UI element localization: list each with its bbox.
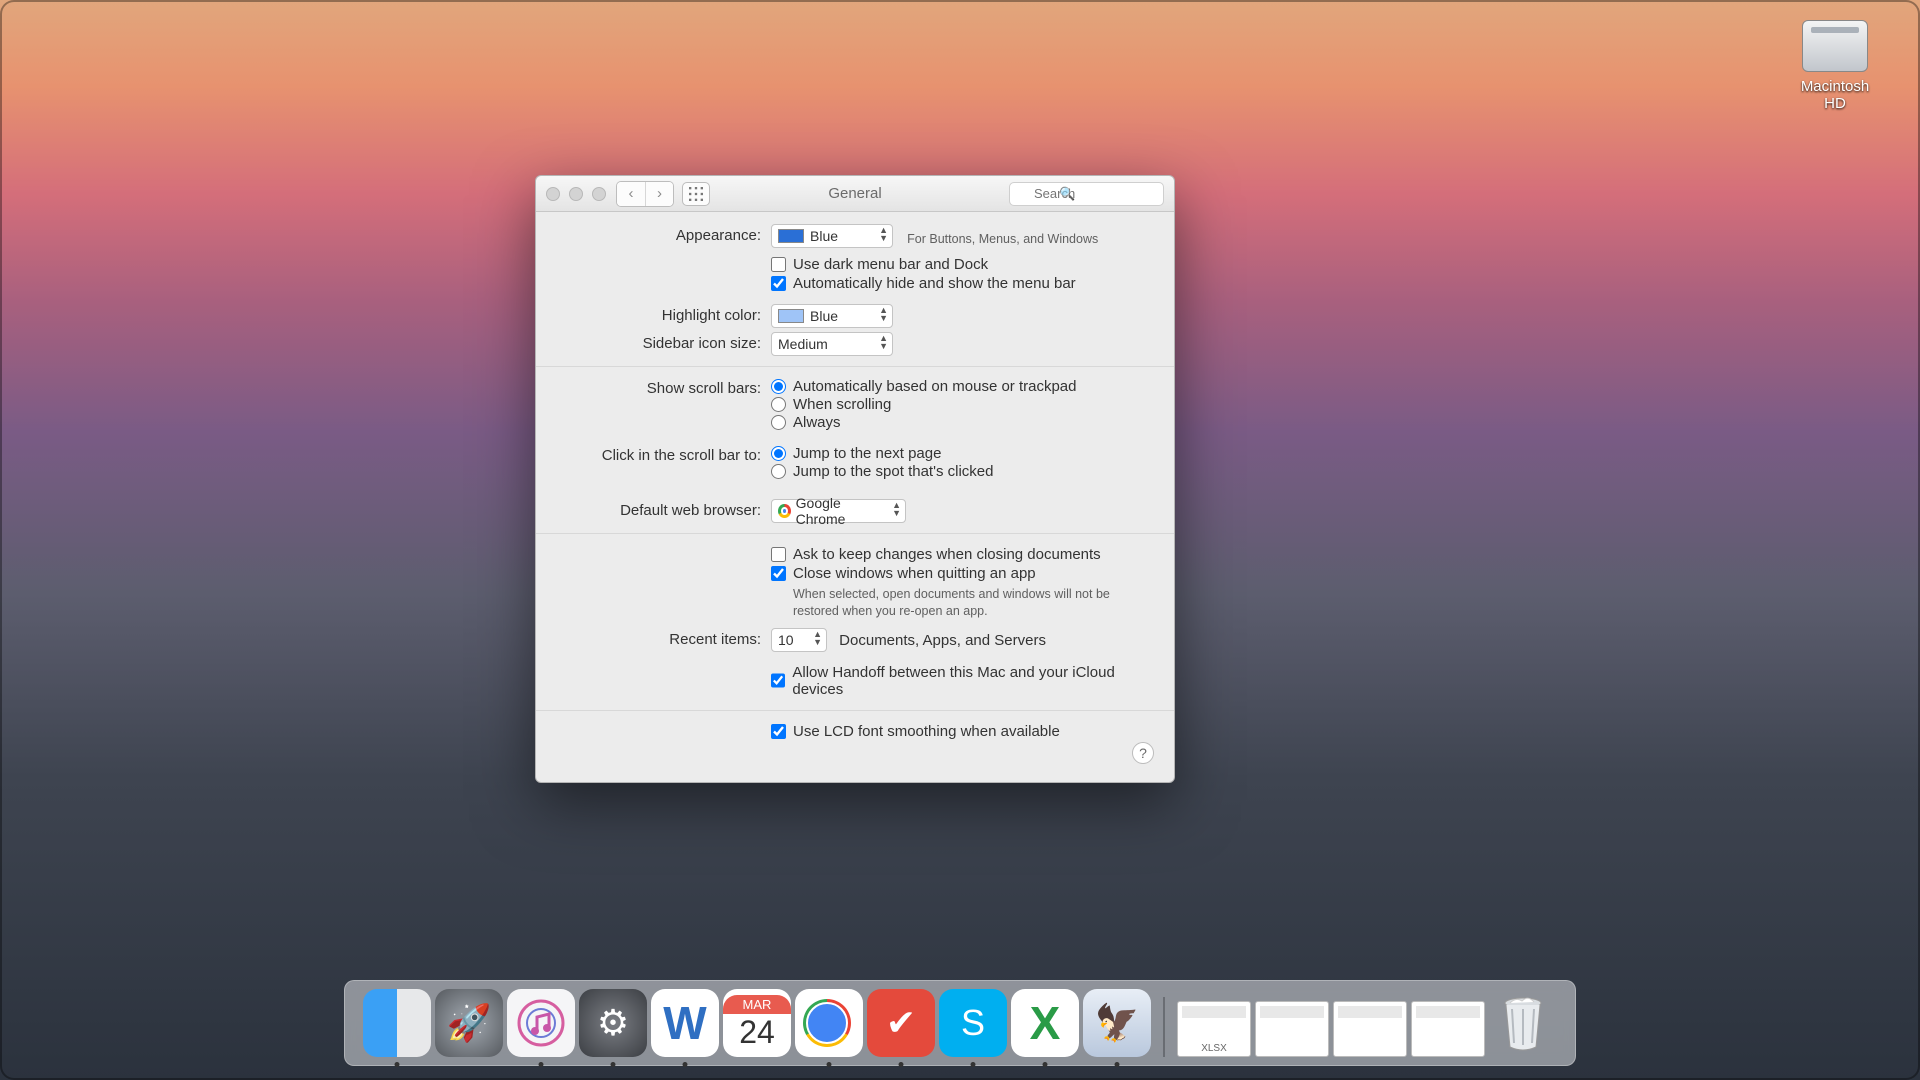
traffic-lights <box>546 187 606 201</box>
handoff-checkbox[interactable]: Allow Handoff between this Mac and your … <box>771 664 1154 698</box>
system-preferences-general-window: ‹ › General 🔍 Appearance: Blue ▲▼ <box>535 175 1175 783</box>
ask-keep-changes-checkbox[interactable]: Ask to keep changes when closing documen… <box>771 546 1154 563</box>
dock-app-skype[interactable]: S <box>939 989 1007 1057</box>
recent-items-label: Recent items: <box>556 628 771 651</box>
back-button[interactable]: ‹ <box>617 182 645 206</box>
dock-separator <box>1163 997 1165 1057</box>
dock-minimized-window-4[interactable] <box>1411 1001 1485 1057</box>
chrome-icon <box>778 504 791 518</box>
scrollbars-auto-radio[interactable]: Automatically based on mouse or trackpad <box>771 378 1154 395</box>
dock-minimized-window-1[interactable]: XLSX <box>1177 1001 1251 1057</box>
sidebar-icon-size-label: Sidebar icon size: <box>556 332 771 355</box>
recent-items-suffix: Documents, Apps, and Servers <box>839 632 1046 649</box>
dock-app-itunes[interactable] <box>507 989 575 1057</box>
dock-app-chrome[interactable] <box>795 989 863 1057</box>
dock-app-word[interactable]: W <box>651 989 719 1057</box>
drive-icon <box>1802 20 1868 72</box>
appearance-select[interactable]: Blue ▲▼ <box>771 224 893 248</box>
search-input[interactable] <box>1009 182 1164 206</box>
scrollbars-always-radio[interactable]: Always <box>771 414 1154 431</box>
nav-back-forward: ‹ › <box>616 181 674 207</box>
dock: 🚀 ⚙ W MAR24 ✔ S X 🦅 XLSX <box>344 980 1576 1066</box>
recent-items-select[interactable]: 10 ▲▼ <box>771 628 827 652</box>
dock-trash[interactable] <box>1489 989 1557 1057</box>
dark-menubar-checkbox[interactable]: Use dark menu bar and Dock <box>771 256 1154 273</box>
click-scroll-spot-radio[interactable]: Jump to the spot that's clicked <box>771 463 1154 480</box>
zoom-button[interactable] <box>592 187 606 201</box>
forward-button[interactable]: › <box>645 182 673 206</box>
dock-app-todoist[interactable]: ✔ <box>867 989 935 1057</box>
default-browser-select[interactable]: Google Chrome ▲▼ <box>771 499 906 523</box>
appearance-label: Appearance: <box>556 224 771 247</box>
autohide-menubar-checkbox[interactable]: Automatically hide and show the menu bar <box>771 275 1154 292</box>
close-button[interactable] <box>546 187 560 201</box>
default-browser-label: Default web browser: <box>556 499 771 522</box>
highlight-select[interactable]: Blue ▲▼ <box>771 304 893 328</box>
highlight-label: Highlight color: <box>556 304 771 327</box>
dock-app-mail[interactable]: 🦅 <box>1083 989 1151 1057</box>
desktop-drive-macintosh-hd[interactable]: Macintosh HD <box>1790 20 1880 112</box>
dock-app-calendar[interactable]: MAR24 <box>723 989 791 1057</box>
window-titlebar[interactable]: ‹ › General 🔍 <box>536 176 1174 212</box>
click-scroll-nextpage-radio[interactable]: Jump to the next page <box>771 445 1154 462</box>
lcd-font-smoothing-checkbox[interactable]: Use LCD font smoothing when available <box>771 723 1154 740</box>
dock-minimized-window-3[interactable] <box>1333 1001 1407 1057</box>
sidebar-icon-size-select[interactable]: Medium ▲▼ <box>771 332 893 356</box>
drive-label: Macintosh HD <box>1790 78 1880 112</box>
search-icon: 🔍 <box>1059 186 1075 202</box>
close-windows-checkbox[interactable]: Close windows when quitting an app <box>771 565 1154 582</box>
help-button[interactable]: ? <box>1132 742 1154 764</box>
desktop: Macintosh HD ‹ › General 🔍 App <box>0 0 1920 1080</box>
close-windows-hint: When selected, open documents and window… <box>793 586 1123 620</box>
dock-app-launchpad[interactable]: 🚀 <box>435 989 503 1057</box>
dock-app-excel[interactable]: X <box>1011 989 1079 1057</box>
show-all-button[interactable] <box>682 182 710 206</box>
show-scrollbars-label: Show scroll bars: <box>556 377 771 400</box>
appearance-hint: For Buttons, Menus, and Windows <box>907 232 1098 246</box>
dock-minimized-window-2[interactable] <box>1255 1001 1329 1057</box>
scrollbars-whenscrolling-radio[interactable]: When scrolling <box>771 396 1154 413</box>
dock-app-finder[interactable] <box>363 989 431 1057</box>
grid-icon <box>689 187 703 201</box>
minimize-button[interactable] <box>569 187 583 201</box>
click-scrollbar-label: Click in the scroll bar to: <box>556 444 771 467</box>
dock-app-system-preferences[interactable]: ⚙ <box>579 989 647 1057</box>
